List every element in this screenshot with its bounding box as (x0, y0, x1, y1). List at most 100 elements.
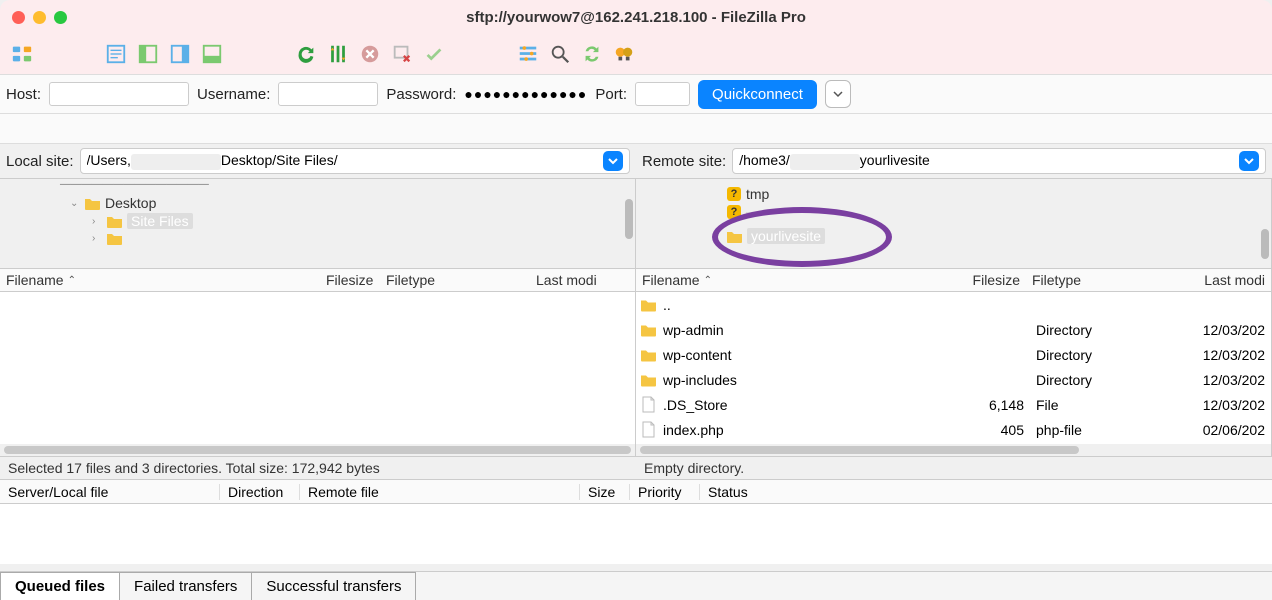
folder-icon (106, 214, 123, 228)
quickconnect-button[interactable]: Quickconnect (698, 80, 817, 109)
host-label: Host: (6, 86, 41, 103)
file-row[interactable]: .DS_Store6,148File12/03/202 (636, 392, 1271, 417)
disconnect-button[interactable] (388, 40, 416, 68)
remote-columns: Filename⌃ Filesize Filetype Last modi (636, 268, 1271, 292)
file-row[interactable]: wp-contentDirectory12/03/202 (636, 342, 1271, 367)
main-toolbar (0, 34, 1272, 74)
col-server[interactable]: Server/Local file (0, 484, 220, 500)
chevron-right-icon[interactable]: › (92, 216, 102, 227)
file-row[interactable]: wp-includes Directory12/03/202 (636, 367, 1271, 392)
file-date: 12/03/202 (1130, 322, 1271, 338)
tab-successful-transfers[interactable]: Successful transfers (251, 572, 416, 600)
chevron-down-icon[interactable]: ⌄ (70, 198, 80, 209)
queue-body[interactable] (0, 504, 1272, 564)
process-queue-button[interactable] (324, 40, 352, 68)
toggle-log-button[interactable] (102, 40, 130, 68)
col-filesize[interactable]: Filesize (936, 272, 1026, 288)
remote-file-list[interactable]: Filename⌃ Filesize Filetype Last modi ..… (636, 268, 1272, 456)
search-button[interactable] (546, 40, 574, 68)
bottom-tabs: Queued files Failed transfers Successful… (0, 571, 1272, 600)
scrollbar[interactable] (625, 199, 633, 239)
col-filename[interactable]: Filename⌃ (0, 272, 320, 288)
toggle-queue-button[interactable] (198, 40, 226, 68)
col-priority[interactable]: Priority (630, 484, 700, 500)
sort-asc-icon: ⌃ (704, 275, 712, 286)
col-filename[interactable]: Filename⌃ (636, 272, 936, 288)
file-name: wp-includes (663, 372, 737, 388)
tree-item-site-files[interactable]: Site Files (127, 213, 193, 229)
folder-trees: ────────────── ⌄Desktop ›Site Files › ?t… (0, 178, 1272, 268)
remote-file-rows[interactable]: ..wp-adminDirectory12/03/202wp-contentDi… (636, 292, 1271, 444)
username-label: Username: (197, 86, 270, 103)
local-file-list[interactable]: Filename⌃ Filesize Filetype Last modi (0, 268, 636, 456)
titlebar: sftp://yourwow7@162.241.218.100 - FileZi… (0, 0, 1272, 34)
sync-button[interactable] (578, 40, 606, 68)
window-title: sftp://yourwow7@162.241.218.100 - FileZi… (0, 9, 1272, 26)
refresh-button[interactable] (292, 40, 320, 68)
folder-icon (84, 196, 101, 210)
message-log (0, 114, 1272, 144)
tree-item-unknown[interactable]: ─── (746, 204, 776, 220)
file-row[interactable]: index.php405php-file02/06/202 (636, 417, 1271, 442)
toggle-remote-tree-button[interactable] (166, 40, 194, 68)
chevron-right-icon[interactable]: › (92, 233, 102, 244)
col-filetype[interactable]: Filetype (1026, 272, 1126, 288)
unknown-folder-icon: ? (726, 204, 742, 220)
site-path-row: Local site: /Users,Desktop/Site Files/ R… (0, 144, 1272, 178)
remote-site-path: /home3/yourlivesite (739, 152, 1233, 169)
file-name: index.php (663, 422, 724, 438)
folder-icon (726, 229, 743, 243)
remote-site-field[interactable]: /home3/yourlivesite (732, 148, 1266, 174)
local-site-label: Local site: (6, 153, 74, 170)
remote-hscroll[interactable] (636, 444, 1271, 456)
local-tree[interactable]: ────────────── ⌄Desktop ›Site Files › (0, 179, 636, 268)
tab-queued-files[interactable]: Queued files (0, 572, 120, 600)
local-site-dropdown[interactable] (603, 151, 623, 171)
host-input[interactable] (49, 82, 189, 106)
file-name: wp-admin (663, 322, 724, 338)
password-input[interactable]: ●●●●●●●●●●●●● (464, 86, 587, 102)
username-input[interactable] (278, 82, 378, 106)
tree-item-tmp[interactable]: tmp (746, 186, 769, 202)
site-manager-button[interactable] (8, 40, 36, 68)
file-date: 12/03/202 (1130, 397, 1271, 413)
tree-item-yourlivesite[interactable]: yourlivesite (747, 228, 825, 244)
col-filetype[interactable]: Filetype (380, 272, 530, 288)
remote-tree[interactable]: ?tmp ?─── yourlivesite (636, 179, 1272, 268)
file-name: .. (663, 297, 671, 313)
file-date: 12/03/202 (1130, 347, 1271, 363)
local-status: Selected 17 files and 3 directories. Tot… (0, 457, 636, 479)
col-size[interactable]: Size (580, 484, 630, 500)
file-name: wp-content (663, 347, 731, 363)
file-row[interactable]: wp-admin Directory12/03/202 (636, 317, 1271, 342)
col-remote[interactable]: Remote file (300, 484, 580, 500)
cancel-button[interactable] (356, 40, 384, 68)
tree-item-desktop[interactable]: Desktop (105, 195, 156, 211)
reconnect-button[interactable] (420, 40, 448, 68)
col-filesize[interactable]: Filesize (320, 272, 380, 288)
quickconnect-dropdown[interactable] (825, 80, 851, 108)
file-row[interactable]: .. (636, 292, 1271, 317)
port-input[interactable] (635, 82, 690, 106)
file-date: 12/03/202 (1130, 372, 1271, 388)
remote-site-label: Remote site: (642, 153, 726, 170)
status-row: Selected 17 files and 3 directories. Tot… (0, 456, 1272, 480)
file-type: Directory (1030, 372, 1130, 388)
unknown-folder-icon: ? (726, 186, 742, 202)
col-status[interactable]: Status (700, 484, 1272, 500)
file-lists: Filename⌃ Filesize Filetype Last modi Fi… (0, 268, 1272, 456)
local-hscroll[interactable] (0, 444, 635, 456)
local-site-field[interactable]: /Users,Desktop/Site Files/ (80, 148, 630, 174)
col-modified[interactable]: Last modi (1126, 272, 1271, 288)
remote-site-dropdown[interactable] (1239, 151, 1259, 171)
file-type: Directory (1030, 322, 1130, 338)
toggle-local-tree-button[interactable] (134, 40, 162, 68)
col-modified[interactable]: Last modi (530, 272, 635, 288)
file-icon (640, 396, 657, 413)
filter-button[interactable] (514, 40, 542, 68)
col-direction[interactable]: Direction (220, 484, 300, 500)
local-file-rows[interactable] (0, 292, 635, 444)
compare-button[interactable] (610, 40, 638, 68)
scrollbar[interactable] (1261, 229, 1269, 259)
tab-failed-transfers[interactable]: Failed transfers (119, 572, 252, 600)
